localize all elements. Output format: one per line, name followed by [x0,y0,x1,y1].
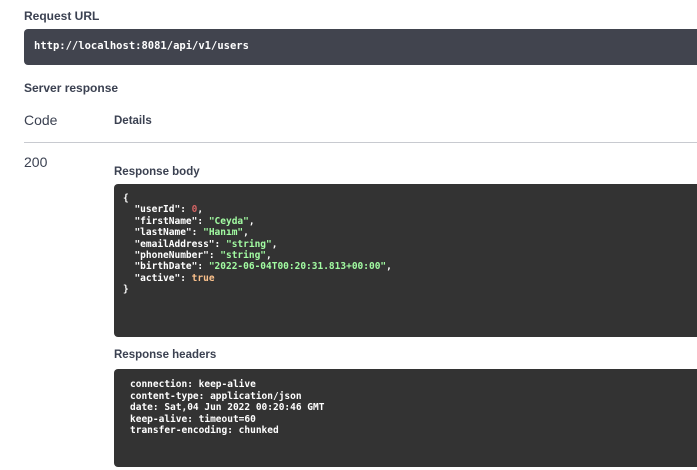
json-field-line: "lastName": "Hanım", [134,227,249,239]
json-key: "userId" [134,204,181,216]
json-field-line: "active": true [134,272,215,284]
header-line: connection: keep-alive [130,379,256,390]
details-column-header: Details [114,115,152,127]
header-line: keep-alive: timeout=60 [130,413,256,425]
request-url-box[interactable]: http://localhost:8081/api/v1/users [24,29,697,65]
response-status-code: 200 [24,154,48,170]
json-field-line: "birthDate": "2022-06-04T00:20:31.813+00… [134,261,392,273]
json-key: "birthDate" [134,261,198,273]
json-value: "Hanım" [203,227,244,239]
json-open-brace: { [123,193,129,204]
json-comma: , [197,204,204,216]
json-key: "active" [134,272,181,284]
json-field-line: "emailAddress": "string", [134,238,278,250]
json-comma: , [266,249,272,261]
code-column-header: Code [24,112,58,128]
response-headers-label: Response headers [114,349,217,361]
header-line: date: Sat,04 Jun 2022 00:20:46 GMT [130,402,325,414]
request-url-value[interactable]: http://localhost:8081/api/v1/users [34,40,249,52]
response-headers-code-block[interactable]: connection: keep-alive content-type: app… [114,369,697,467]
json-key: "emailAddress" [134,238,215,250]
json-field-line: "userId": 0, [134,204,204,216]
json-fields: "userId": 0, "firstName": "Ceyda", "last… [123,204,697,284]
json-key: "firstName" [134,215,198,227]
server-response-label: Server response [24,81,119,95]
request-url-label: Request URL [24,9,100,23]
json-value: "string" [225,238,272,250]
json-comma: , [386,261,392,273]
json-key: "lastName" [134,227,192,239]
json-comma: , [243,227,249,239]
json-close-brace: } [123,284,129,296]
json-value: "Ceyda" [208,215,249,227]
header-line: transfer-encoding: chunked [130,425,279,437]
json-key: "phoneNumber" [134,249,209,261]
table-divider [24,142,697,143]
json-value: true [191,272,215,284]
json-value: "string" [220,249,267,261]
json-comma: , [271,238,278,250]
json-comma: , [248,215,255,227]
header-line: content-type: application/json [130,390,302,402]
json-value: "2022-06-04T00:20:31.813+00:00" [208,261,387,273]
response-body-label: Response body [114,166,200,178]
json-field-line: "phoneNumber": "string", [134,249,272,261]
response-body-code-block[interactable]: { "userId": 0, "firstName": "Ceyda", "la… [114,184,697,337]
json-field-line: "firstName": "Ceyda", [134,215,255,227]
